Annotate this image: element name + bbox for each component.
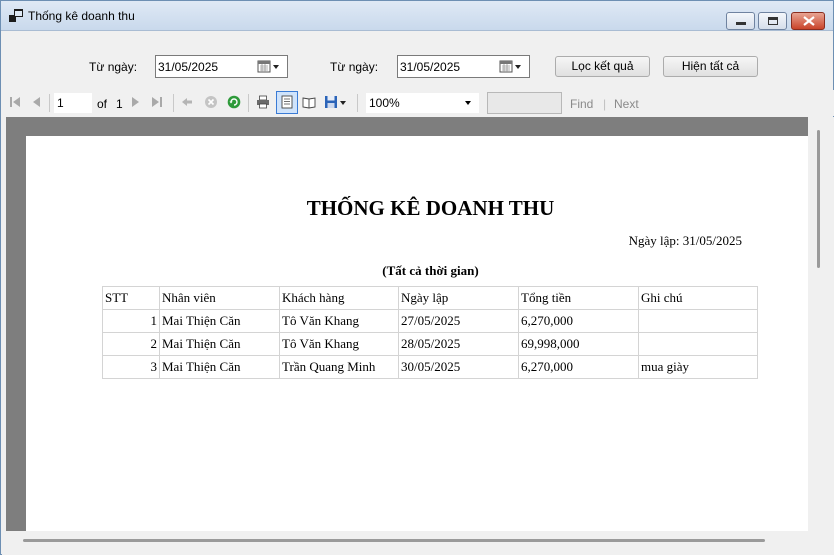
export-dropdown-icon[interactable]	[340, 101, 346, 105]
report-date: Ngày lập: 31/05/2025	[628, 233, 742, 248]
find-input[interactable]	[487, 92, 562, 114]
cell-employee: Mai Thiện Căn	[159, 355, 280, 379]
header-date: Ngày lập	[398, 286, 519, 310]
print-layout-button[interactable]	[276, 91, 298, 114]
cell-total: 6,270,000	[518, 355, 639, 379]
report-subtitle: (Tất cả thời gian)	[382, 263, 479, 278]
cell-customer: Trần Quang Minh	[279, 355, 399, 379]
vertical-scroll-thumb[interactable]	[817, 130, 820, 268]
filter-results-button[interactable]: Lọc kết quả	[555, 56, 650, 77]
minimize-icon	[736, 22, 746, 25]
cell-total: 6,270,000	[518, 309, 639, 333]
print-icon[interactable]	[256, 95, 270, 109]
report-toolbar: 1 of 1 100% Find | Next	[2, 90, 834, 116]
table-header-row: STT Nhân viên Khách hàng Ngày lập Tổng t…	[102, 286, 758, 310]
maximize-button[interactable]	[758, 12, 787, 30]
cell-note	[638, 332, 758, 356]
cell-date: 28/05/2025	[398, 332, 519, 356]
refresh-icon[interactable]	[227, 95, 241, 109]
close-icon	[803, 16, 815, 26]
horizontal-scroll-thumb[interactable]	[23, 539, 765, 542]
table-row: 2 Mai Thiện Căn Tô Văn Khang 28/05/2025 …	[102, 332, 758, 356]
table-row: 3 Mai Thiện Căn Trần Quang Minh 30/05/20…	[102, 355, 758, 379]
page-total: 1	[116, 97, 123, 111]
zoom-select[interactable]: 100%	[366, 93, 479, 113]
last-page-icon[interactable]	[150, 95, 164, 109]
cell-note	[638, 309, 758, 333]
stop-icon[interactable]	[204, 95, 218, 109]
page-of-label: of	[97, 97, 108, 111]
cell-employee: Mai Thiện Căn	[159, 332, 280, 356]
minimize-button[interactable]	[726, 12, 755, 30]
cell-note: mua giày	[638, 355, 758, 379]
horizontal-scrollbar[interactable]	[2, 531, 834, 555]
app-icon	[9, 9, 23, 22]
first-page-icon[interactable]	[8, 95, 22, 109]
print-layout-icon	[281, 95, 293, 109]
header-employee: Nhân viên	[159, 286, 280, 310]
table-row: 1 Mai Thiện Căn Tô Văn Khang 27/05/2025 …	[102, 309, 758, 333]
cell-customer: Tô Văn Khang	[279, 332, 399, 356]
cell-date: 27/05/2025	[398, 309, 519, 333]
header-stt: STT	[102, 286, 160, 310]
close-button[interactable]	[791, 12, 825, 30]
report-title: THỐNG KÊ DOANH THU	[306, 196, 555, 220]
report-viewport[interactable]: THỐNG KÊ DOANH THU Ngày lập: 31/05/2025 …	[6, 117, 808, 531]
vertical-scrollbar[interactable]	[809, 117, 834, 531]
back-icon[interactable]	[180, 95, 194, 109]
current-page-input[interactable]: 1	[54, 93, 92, 113]
cell-stt: 2	[102, 332, 160, 356]
window-title: Thống kê doanh thu	[28, 9, 135, 23]
cell-total: 69,998,000	[518, 332, 639, 356]
zoom-value: 100%	[369, 96, 400, 110]
export-icon[interactable]	[324, 95, 338, 109]
cell-date: 30/05/2025	[398, 355, 519, 379]
from-date-picker[interactable]: 31/05/2025	[155, 55, 288, 78]
header-customer: Khách hàng	[279, 286, 399, 310]
header-total: Tổng tiền	[518, 286, 639, 310]
cell-employee: Mai Thiện Căn	[159, 309, 280, 333]
cell-customer: Tô Văn Khang	[279, 309, 399, 333]
maximize-icon	[768, 17, 778, 25]
to-date-label: Từ ngày:	[330, 60, 379, 74]
header-note: Ghi chú	[638, 286, 758, 310]
from-date-value: 31/05/2025	[158, 60, 219, 74]
title-bar[interactable]: Thống kê doanh thu	[1, 1, 833, 31]
cell-stt: 3	[102, 355, 160, 379]
to-date-value: 31/05/2025	[400, 60, 461, 74]
from-date-label: Từ ngày:	[89, 60, 138, 74]
cell-stt: 1	[102, 309, 160, 333]
calendar-icon[interactable]	[257, 59, 283, 74]
calendar-icon[interactable]	[499, 59, 525, 74]
find-next-button[interactable]: Next	[614, 97, 639, 111]
find-button[interactable]: Find	[570, 97, 593, 111]
next-page-icon[interactable]	[128, 95, 142, 109]
report-page: THỐNG KÊ DOANH THU Ngày lập: 31/05/2025 …	[26, 136, 808, 531]
report-window: Thống kê doanh thu Từ ngày: 31/05/2025 T…	[0, 0, 834, 555]
previous-page-icon[interactable]	[30, 95, 44, 109]
revenue-table: STT Nhân viên Khách hàng Ngày lập Tổng t…	[102, 286, 758, 379]
page-setup-icon[interactable]	[302, 95, 316, 109]
to-date-picker[interactable]: 31/05/2025	[397, 55, 530, 78]
find-separator: |	[603, 97, 607, 111]
chevron-down-icon	[465, 101, 471, 105]
show-all-button[interactable]: Hiện tất cả	[663, 56, 758, 77]
